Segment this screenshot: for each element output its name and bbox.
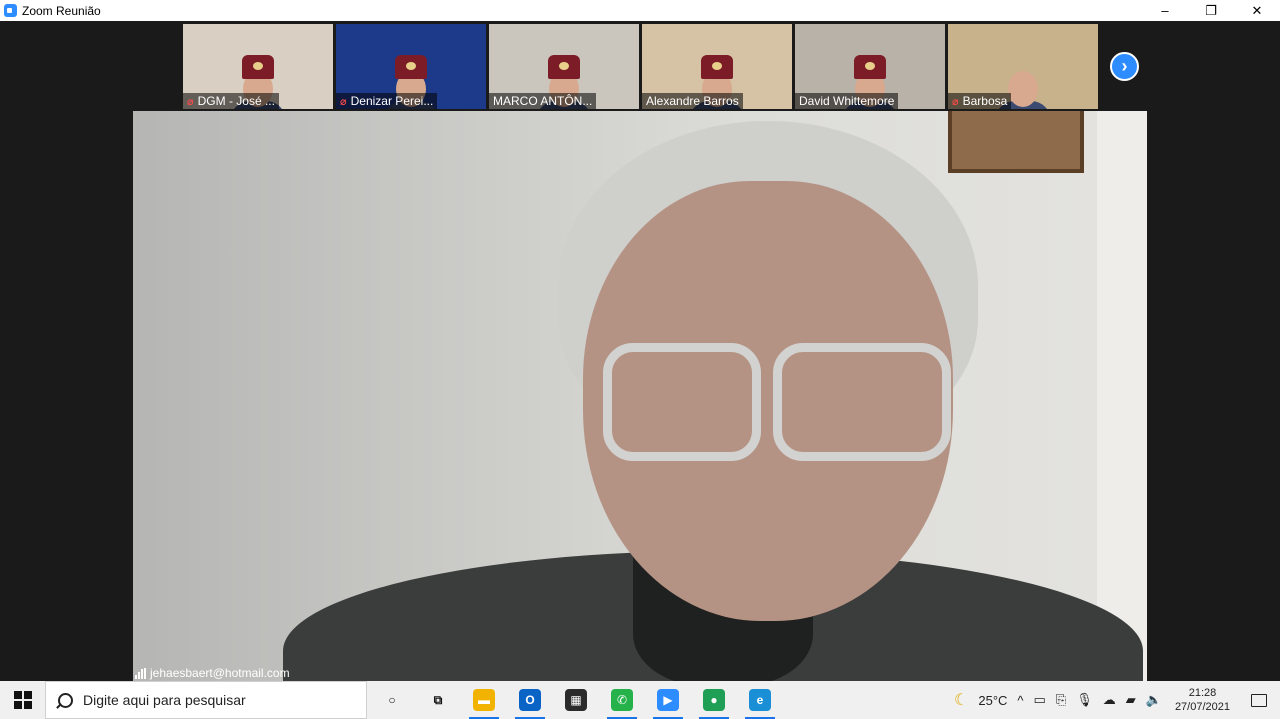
microphone-icon[interactable]: 🎙 — [1071, 692, 1098, 708]
speaker-name: jehaesbaert@hotmail.com — [150, 666, 290, 680]
network-icon[interactable]: ▭ — [1029, 692, 1051, 708]
participant-name: Alexandre Barros — [646, 94, 739, 108]
participant-name: DGM - José ... — [197, 94, 275, 108]
start-button[interactable] — [0, 681, 45, 719]
participant-tile[interactable]: David Whittemore — [795, 24, 945, 109]
window-title-bar: Zoom Reunião – ❐ ✕ — [0, 0, 1280, 21]
participant-label: ⌀ Denizar Perei... — [336, 93, 438, 109]
edge-taskbar-button[interactable]: e — [737, 681, 783, 719]
battery-icon[interactable]: ▰ — [1121, 692, 1141, 708]
windows-taskbar: Digite aqui para pesquisar ○ ⧉ ▬ O ▦ ✆ ▶ ● e ☾ 2… — [0, 681, 1280, 719]
taskbar-search-box[interactable]: Digite aqui para pesquisar — [45, 681, 367, 719]
volume-icon[interactable]: 🔈 — [1141, 692, 1167, 708]
notification-icon — [1251, 693, 1267, 707]
windows-logo-icon — [13, 691, 32, 709]
connection-signal-icon — [135, 667, 146, 679]
store-taskbar-button[interactable]: ▦ — [553, 681, 599, 719]
speaker-glasses-left — [603, 343, 761, 461]
task-view-taskbar-button[interactable]: ⧉ — [415, 681, 461, 719]
cortana-taskbar-button[interactable]: ○ — [369, 681, 415, 719]
background-picture-frame — [948, 111, 1084, 173]
muted-microphone-icon: ⌀ — [952, 95, 959, 108]
window-title: Zoom Reunião — [22, 3, 101, 18]
muted-microphone-icon: ⌀ — [187, 95, 194, 108]
zoom-taskbar-button[interactable]: ▶ — [645, 681, 691, 719]
participant-name: Barbosa — [962, 94, 1008, 108]
system-tray: ☾ 25°C ^ ▭ ⎘ 🎙 ☁ ▰ 🔈 21:28 27/07/2021 — [949, 681, 1280, 719]
participant-name: David Whittemore — [799, 94, 895, 108]
clock-date: 27/07/2021 — [1174, 701, 1230, 713]
next-page-button[interactable]: › — [1110, 52, 1139, 81]
participant-head — [1008, 71, 1038, 107]
meet-icon: ● — [703, 689, 725, 711]
file-explorer-taskbar-button[interactable]: ▬ — [461, 681, 507, 719]
fez-hat — [548, 55, 580, 79]
whatsapp-icon: ✆ — [611, 689, 633, 711]
store-icon: ▦ — [565, 689, 587, 711]
fez-hat — [395, 55, 427, 79]
participant-label: Alexandre Barros — [642, 93, 743, 109]
show-hidden-icons-icon[interactable]: ^ — [1012, 693, 1028, 708]
participant-tile[interactable]: Alexandre Barros — [642, 24, 792, 109]
background-door — [1097, 111, 1147, 681]
task-view-icon: ⧉ — [427, 689, 449, 711]
meet-taskbar-button[interactable]: ● — [691, 681, 737, 719]
fez-hat — [242, 55, 274, 79]
participant-label: ⌀ Barbosa — [948, 93, 1012, 109]
weather-icon[interactable]: ☾ — [949, 690, 973, 710]
clock-time: 21:28 — [1188, 687, 1217, 699]
participant-label: MARCO ANTÔN... — [489, 93, 597, 109]
restore-button[interactable]: ❐ — [1188, 0, 1234, 21]
zoom-icon: ▶ — [657, 689, 679, 711]
search-icon — [58, 692, 73, 708]
cortana-icon: ○ — [381, 689, 403, 711]
participant-label: ⌀ DGM - José ... — [183, 93, 279, 109]
participant-tile[interactable]: ⌀ Barbosa — [948, 24, 1098, 109]
taskbar-apps: ○ ⧉ ▬ O ▦ ✆ ▶ ● e — [369, 681, 783, 719]
participant-tile[interactable]: ⌀ Denizar Perei... — [336, 24, 486, 109]
meet-now-icon[interactable]: ⎘ — [1051, 692, 1071, 708]
participant-label: David Whittemore — [795, 93, 899, 109]
outlook-icon: O — [519, 689, 541, 711]
muted-microphone-icon: ⌀ — [340, 95, 347, 108]
speaker-name-tag: jehaesbaert@hotmail.com — [135, 665, 290, 681]
fez-hat — [701, 55, 733, 79]
fez-hat — [854, 55, 886, 79]
file-explorer-icon: ▬ — [473, 689, 495, 711]
whatsapp-taskbar-button[interactable]: ✆ — [599, 681, 645, 719]
search-placeholder: Digite aqui para pesquisar — [83, 692, 246, 708]
zoom-app-icon — [4, 4, 17, 17]
participant-name: Denizar Perei... — [350, 94, 434, 108]
participant-tile[interactable]: MARCO ANTÔN... — [489, 24, 639, 109]
minimize-button[interactable]: – — [1142, 0, 1188, 21]
participant-strip: ⌀ DGM - José ... ⌀ Denizar Perei... MARC… — [183, 24, 1098, 109]
outlook-taskbar-button[interactable]: O — [507, 681, 553, 719]
onedrive-icon[interactable]: ☁ — [1098, 692, 1121, 708]
participant-tile[interactable]: ⌀ DGM - José ... — [183, 24, 333, 109]
edge-icon: e — [749, 689, 771, 711]
close-button[interactable]: ✕ — [1234, 0, 1280, 21]
taskbar-clock[interactable]: 21:28 27/07/2021 — [1167, 686, 1238, 714]
active-speaker-video — [133, 111, 1147, 681]
participant-name: MARCO ANTÔN... — [493, 94, 593, 108]
speaker-glasses-right — [773, 343, 951, 461]
action-center-button[interactable] — [1238, 681, 1280, 719]
weather-temperature[interactable]: 25°C — [973, 693, 1012, 708]
